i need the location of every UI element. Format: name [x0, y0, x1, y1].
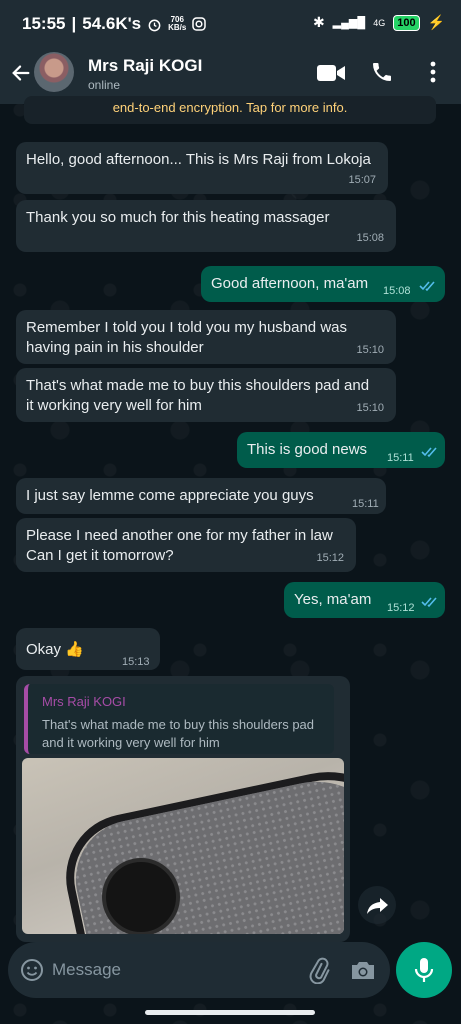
status-time: 15:55 — [22, 14, 66, 33]
voice-call-icon[interactable] — [370, 60, 394, 84]
message-time: 15:12 — [316, 552, 344, 564]
net-rate: 706 KB/s — [168, 15, 187, 32]
message-incoming[interactable]: Thank you so much for this heating massa… — [16, 200, 396, 252]
message-outgoing[interactable]: Good afternoon, ma'am 15:08 — [201, 266, 445, 302]
message-outgoing[interactable]: Yes, ma'am 15:12 — [284, 582, 445, 618]
voice-message-button[interactable] — [396, 942, 452, 998]
emoji-icon[interactable] — [20, 958, 44, 982]
message-text: Please I need another one for my father … — [26, 527, 333, 564]
avatar[interactable] — [34, 52, 74, 92]
read-receipt-icon — [419, 281, 435, 292]
message-incoming[interactable]: Okay 👍 15:13 — [16, 628, 160, 670]
forward-icon — [367, 898, 388, 914]
message-time: 15:12 — [387, 602, 415, 614]
message-text: This is good news — [247, 441, 368, 458]
quoted-sender: Mrs Raji KOGI — [42, 694, 126, 709]
message-incoming[interactable]: Hello, good afternoon... This is Mrs Raj… — [16, 142, 388, 194]
message-time: 15:07 — [348, 174, 376, 186]
shoulder-pad-photo[interactable] — [22, 758, 344, 934]
message-incoming[interactable]: Please I need another one for my father … — [16, 518, 356, 572]
message-time: 15:11 — [352, 498, 379, 510]
contact-name[interactable]: Mrs Raji KOGI — [88, 56, 202, 76]
encryption-notice-text: end-to-end encryption. Tap for more info… — [112, 100, 348, 115]
message-composer[interactable]: Message — [8, 942, 390, 998]
read-receipt-icon — [421, 447, 437, 458]
status-bar: 15:55 | 54.6K's 706 KB/s ✱ ▂▄▆█ 4G 100 ⚡ — [0, 0, 461, 48]
attach-icon[interactable] — [306, 956, 330, 984]
back-arrow-icon[interactable] — [10, 62, 32, 84]
quoted-message[interactable]: Mrs Raji KOGI That's what made me to buy… — [24, 684, 334, 754]
message-time: 15:13 — [122, 656, 150, 668]
message-text: Good afternoon, ma'am — [211, 275, 369, 292]
more-options-icon[interactable] — [426, 60, 440, 84]
forward-button[interactable] — [358, 886, 396, 924]
message-time: 15:10 — [356, 344, 384, 356]
message-time: 15:11 — [387, 452, 414, 464]
instagram-icon — [192, 17, 207, 31]
video-call-icon[interactable] — [316, 62, 346, 84]
message-text: Remember I told you I told you my husban… — [26, 319, 347, 356]
message-incoming[interactable]: Remember I told you I told you my husban… — [16, 310, 396, 364]
message-incoming[interactable]: That's what made me to buy this shoulder… — [16, 368, 396, 422]
alarm-icon — [148, 19, 161, 31]
battery-icon: 100 — [393, 14, 420, 31]
message-time: 15:08 — [383, 285, 411, 297]
read-receipt-icon — [421, 597, 437, 608]
message-input[interactable]: Message — [52, 960, 121, 980]
signal-icon: ▂▄▆█ — [332, 17, 366, 29]
message-text: Yes, ma'am — [294, 591, 372, 608]
message-text: I just say lemme come appreciate you guy… — [26, 487, 314, 504]
message-time: 15:08 — [356, 232, 384, 244]
charging-icon: ⚡ — [427, 14, 445, 30]
message-time: 15:10 — [356, 402, 384, 414]
bluetooth-icon: ✱ — [312, 14, 325, 30]
encryption-notice[interactable]: end-to-end encryption. Tap for more info… — [24, 96, 436, 124]
gesture-nav-bar[interactable] — [145, 1010, 315, 1015]
message-text: Hello, good afternoon... This is Mrs Raj… — [26, 151, 371, 168]
signal-label: 4G — [373, 17, 386, 28]
status-speed: 54.6K's — [82, 14, 142, 33]
quoted-text: That's what made me to buy this shoulder… — [42, 717, 315, 750]
message-text: Thank you so much for this heating massa… — [26, 209, 330, 226]
contact-status: online — [88, 78, 121, 92]
message-incoming[interactable]: I just say lemme come appreciate you guy… — [16, 478, 386, 514]
message-outgoing[interactable]: This is good news 15:11 — [237, 432, 445, 468]
microphone-icon — [414, 958, 434, 982]
message-text: Okay 👍 — [26, 641, 84, 658]
message-text: That's what made me to buy this shoulder… — [26, 377, 370, 414]
camera-icon[interactable] — [350, 958, 376, 982]
